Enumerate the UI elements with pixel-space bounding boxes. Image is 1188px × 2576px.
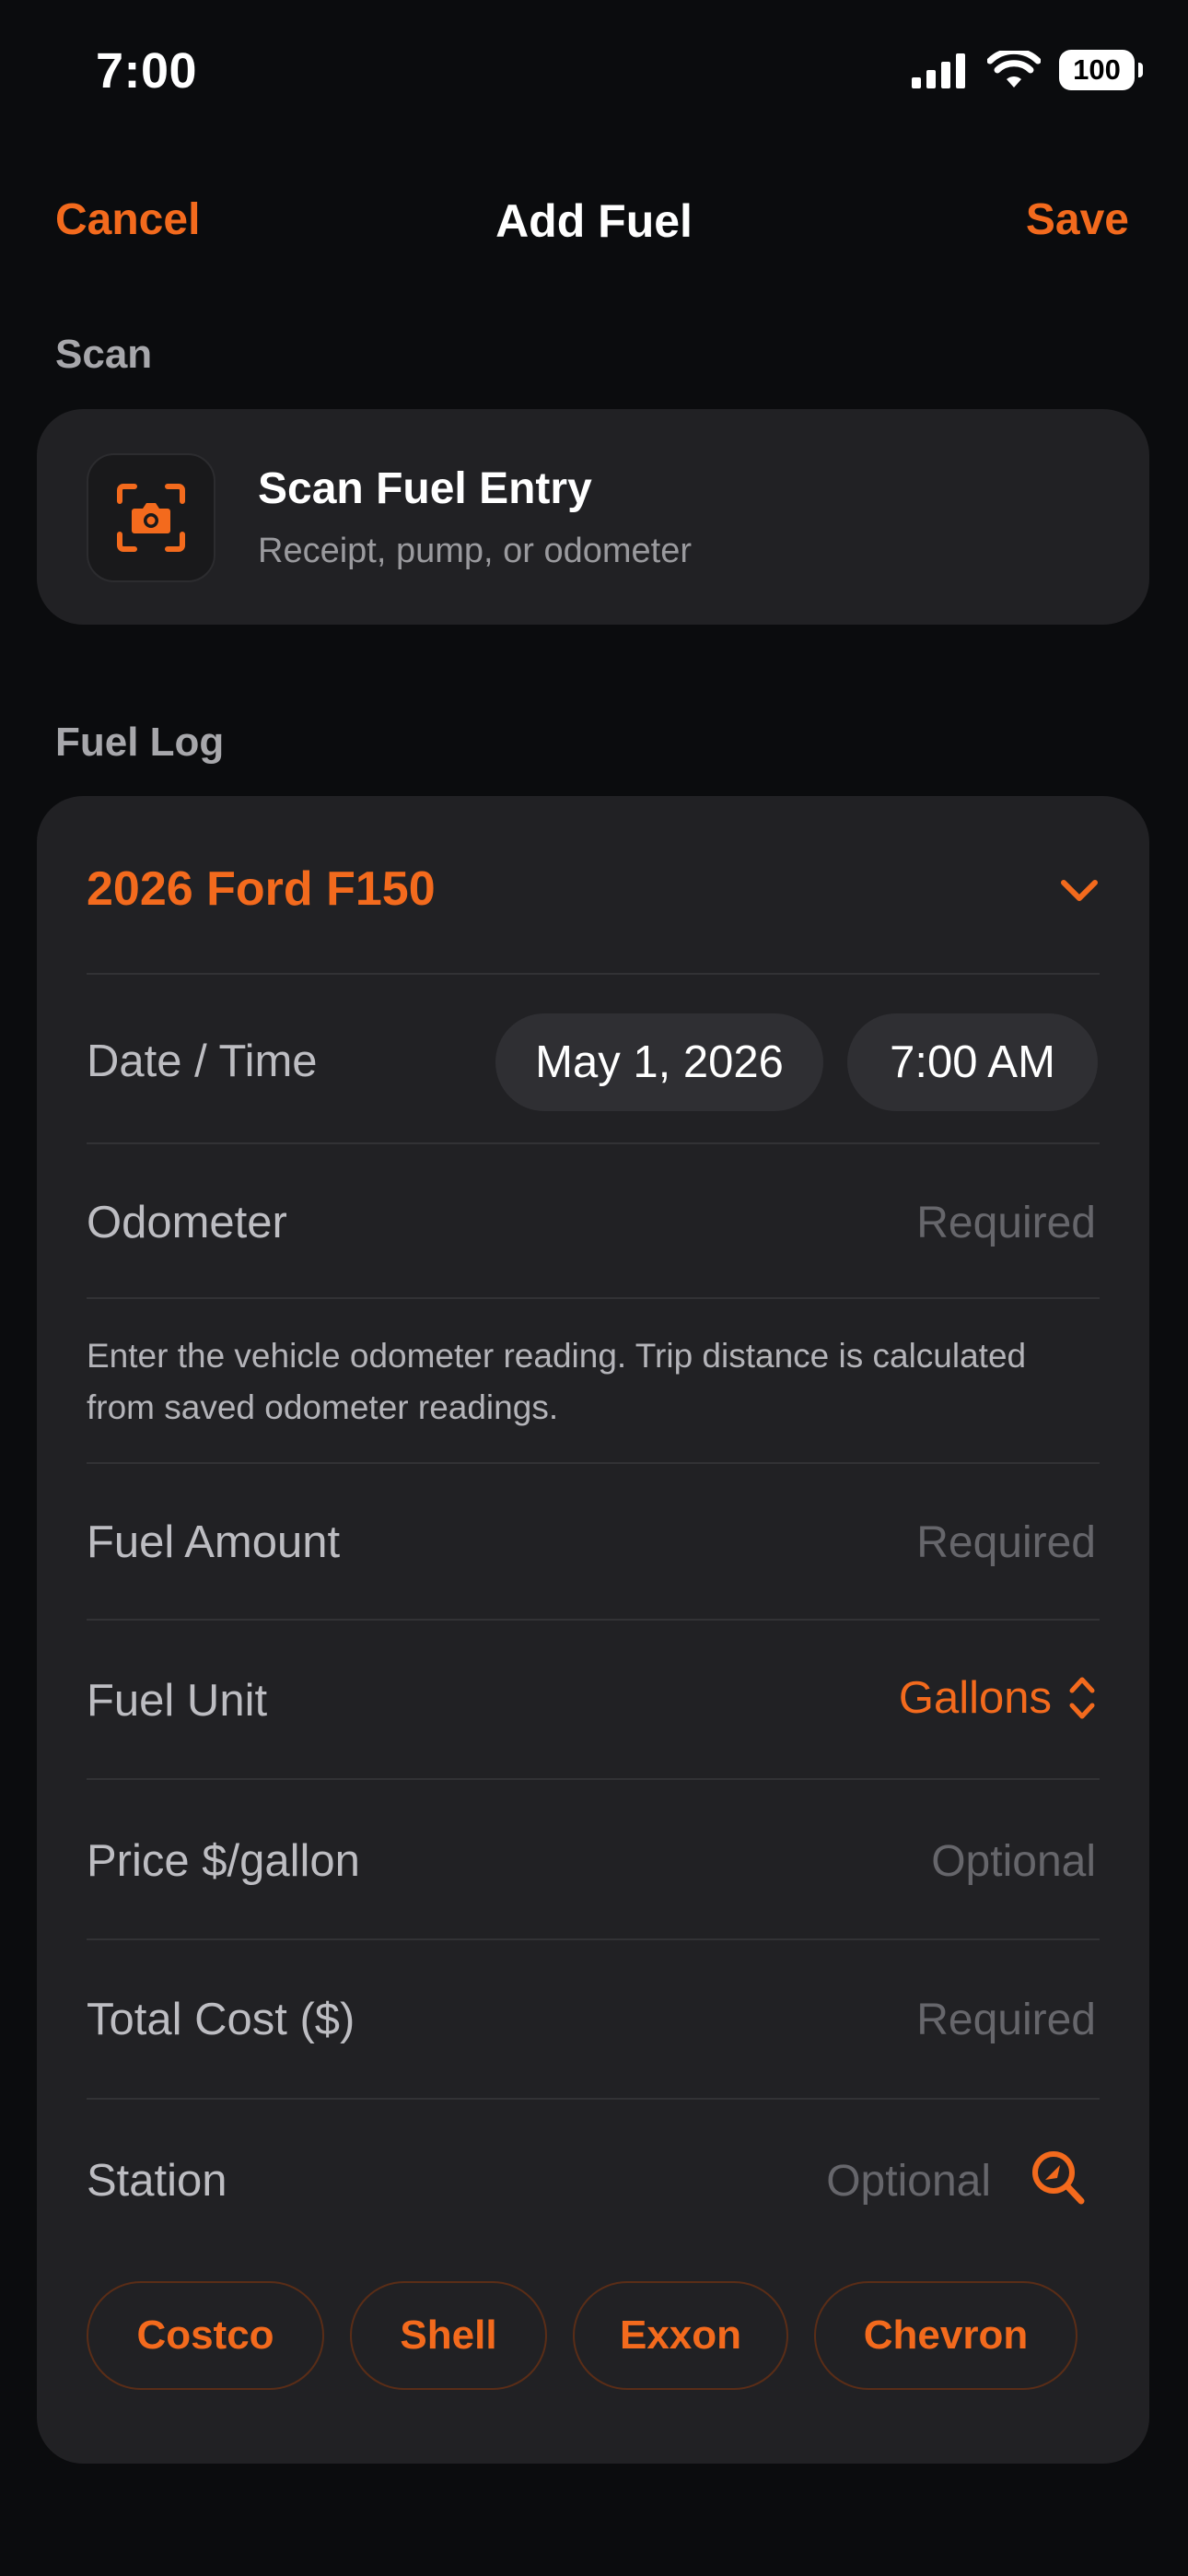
- fuel-unit-value: Gallons: [898, 1673, 1052, 1723]
- fuel-amount-input[interactable]: Required: [916, 1517, 1096, 1568]
- cellular-signal-icon: [912, 53, 965, 88]
- divider: [87, 973, 1100, 975]
- station-search-icon[interactable]: [1030, 2149, 1087, 2207]
- date-picker-button[interactable]: May 1, 2026: [495, 1013, 823, 1111]
- station-chip-costco[interactable]: Costco: [87, 2281, 324, 2390]
- scan-icon-container: [87, 453, 215, 582]
- total-cost-label: Total Cost ($): [87, 1995, 355, 2044]
- divider: [87, 1778, 1100, 1780]
- divider: [87, 1619, 1100, 1621]
- date-time-label: Date / Time: [87, 1036, 318, 1086]
- scan-fuel-entry-button[interactable]: Scan Fuel Entry Receipt, pump, or odomet…: [37, 409, 1149, 625]
- price-per-gallon-input[interactable]: Optional: [931, 1836, 1096, 1887]
- vehicle-name: 2026 Ford F150: [87, 862, 436, 916]
- battery-level: 100: [1073, 53, 1121, 86]
- fuel-log-card: 2026 Ford F150 Date / Time May 1, 2026 7…: [37, 796, 1149, 2464]
- chevron-up-down-icon: [1069, 1677, 1095, 1719]
- battery-icon: 100: [1059, 50, 1143, 90]
- vehicle-selector[interactable]: 2026 Ford F150: [87, 851, 1100, 953]
- fuel-amount-label: Fuel Amount: [87, 1517, 341, 1567]
- scan-section-header: Scan: [55, 332, 153, 377]
- divider: [87, 1297, 1100, 1299]
- divider: [87, 2098, 1100, 2100]
- save-button[interactable]: Save: [1026, 194, 1129, 245]
- divider: [87, 1142, 1100, 1144]
- price-per-gallon-label: Price $/gallon: [87, 1836, 360, 1886]
- divider: [87, 1462, 1100, 1464]
- wifi-icon: [987, 51, 1041, 88]
- station-label: Station: [87, 2156, 227, 2206]
- station-chip-exxon[interactable]: Exxon: [573, 2281, 788, 2390]
- time-picker-button[interactable]: 7:00 AM: [847, 1013, 1098, 1111]
- status-icons: 100: [912, 50, 1143, 90]
- status-time: 7:00: [96, 43, 198, 99]
- divider: [87, 1938, 1100, 1940]
- scan-card-subtitle: Receipt, pump, or odometer: [258, 532, 693, 570]
- fuel-log-section-header: Fuel Log: [55, 720, 225, 765]
- odometer-input[interactable]: Required: [916, 1198, 1096, 1248]
- station-chip-chevron[interactable]: Chevron: [814, 2281, 1077, 2390]
- station-chip-shell[interactable]: Shell: [350, 2281, 547, 2390]
- total-cost-input[interactable]: Required: [916, 1995, 1096, 2045]
- chevron-down-icon: [1061, 880, 1098, 901]
- scan-card-title: Scan Fuel Entry: [258, 464, 592, 513]
- odometer-label: Odometer: [87, 1198, 287, 1247]
- camera-scan-icon: [117, 484, 185, 552]
- fuel-unit-picker[interactable]: Gallons: [899, 1672, 1096, 1724]
- cancel-button[interactable]: Cancel: [55, 194, 200, 245]
- odometer-hint-text: Enter the vehicle odometer reading. Trip…: [87, 1337, 1027, 1426]
- fuel-unit-label: Fuel Unit: [87, 1676, 268, 1726]
- station-input[interactable]: Optional: [826, 2156, 991, 2207]
